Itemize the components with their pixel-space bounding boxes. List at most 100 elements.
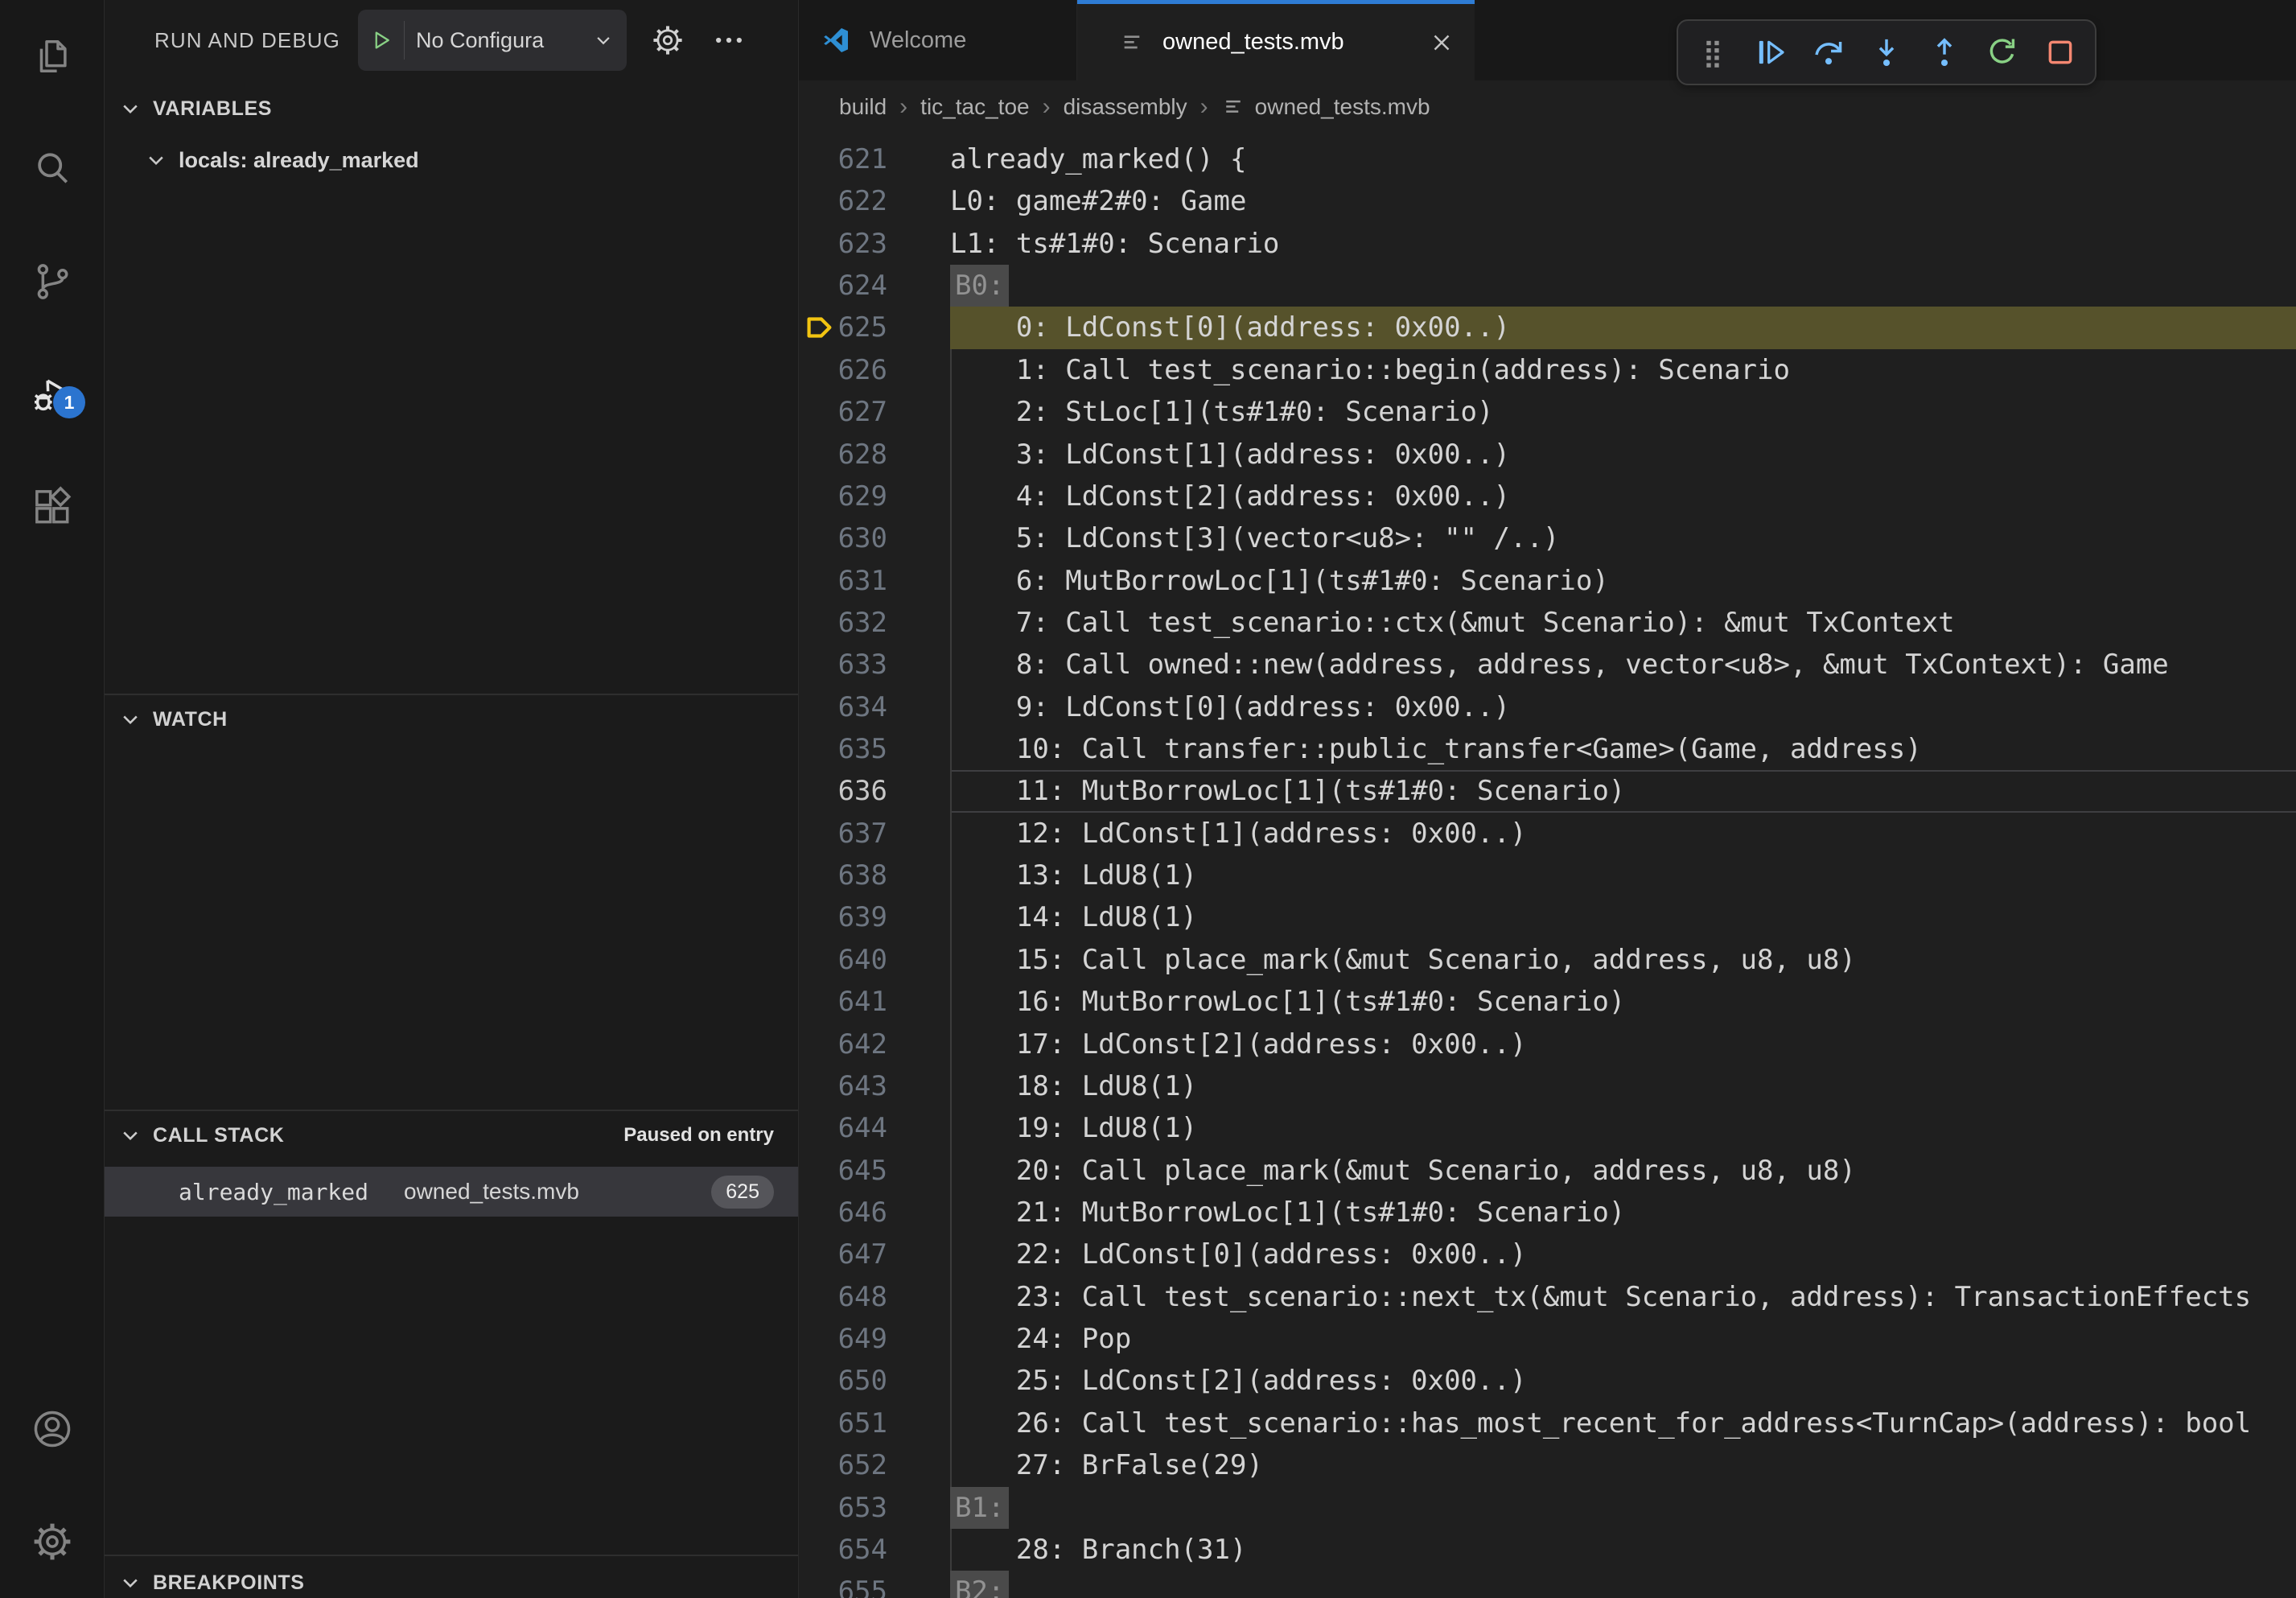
breakpoint-gutter[interactable]	[799, 896, 837, 938]
line-number[interactable]: 647	[837, 1234, 887, 1275]
code-text[interactable]: 22: LdConst[0](address: 0x00..)	[950, 1234, 2296, 1275]
line-number[interactable]: 654	[837, 1529, 887, 1571]
code-text[interactable]: L1: ts#1#0: Scenario	[950, 223, 2296, 265]
line-number[interactable]: 653	[837, 1487, 887, 1529]
line-number[interactable]: 629	[837, 476, 887, 517]
code-text[interactable]: B0:	[950, 265, 2296, 307]
line-number[interactable]: 637	[837, 813, 887, 855]
sidebar-item-explorer[interactable]	[0, 0, 104, 113]
breakpoint-gutter[interactable]	[799, 1402, 837, 1444]
breakpoint-gutter[interactable]	[799, 1150, 837, 1192]
code-text[interactable]: 20: Call place_mark(&mut Scenario, addre…	[950, 1150, 2296, 1192]
breakpoint-gutter[interactable]	[799, 728, 837, 770]
step-over-button[interactable]	[1805, 29, 1852, 76]
breakpoint-gutter[interactable]	[799, 1529, 837, 1571]
step-out-button[interactable]	[1921, 29, 1968, 76]
sidebar-item-search[interactable]	[0, 113, 104, 225]
step-into-button[interactable]	[1863, 29, 1910, 76]
variables-scope-locals[interactable]: locals: already_marked	[105, 135, 798, 185]
breakpoint-gutter[interactable]	[799, 855, 837, 896]
line-number[interactable]: 635	[837, 728, 887, 770]
more-actions-button[interactable]	[709, 20, 749, 60]
debug-configuration-dropdown[interactable]: No Configura	[358, 10, 627, 71]
code-text[interactable]: L0: game#2#0: Game	[950, 180, 2296, 222]
line-number[interactable]: 655	[837, 1571, 887, 1598]
sidebar-item-extensions[interactable]	[0, 451, 104, 563]
line-number[interactable]: 646	[837, 1192, 887, 1234]
code-text[interactable]: 18: LdU8(1)	[950, 1065, 2296, 1107]
line-number[interactable]: 636	[837, 770, 887, 812]
breakpoint-gutter[interactable]	[799, 1065, 837, 1107]
breakpoint-gutter[interactable]	[799, 602, 837, 644]
code-text[interactable]: 13: LdU8(1)	[950, 855, 2296, 896]
close-tab-button[interactable]	[1428, 29, 1455, 56]
code-text[interactable]: 19: LdU8(1)	[950, 1107, 2296, 1149]
breadcrumb-item[interactable]: disassembly	[1064, 94, 1187, 120]
line-number[interactable]: 642	[837, 1023, 887, 1065]
line-number[interactable]: 628	[837, 434, 887, 476]
breadcrumb-item[interactable]: build	[839, 94, 887, 120]
breakpoint-gutter[interactable]	[799, 476, 837, 517]
line-number[interactable]: 651	[837, 1402, 887, 1444]
sidebar-item-run-and-debug[interactable]: 1	[0, 338, 104, 451]
line-number[interactable]: 649	[837, 1318, 887, 1360]
code-text[interactable]: B2:	[950, 1571, 2296, 1598]
line-number[interactable]: 626	[837, 349, 887, 391]
code-text[interactable]: 1: Call test_scenario::begin(address): S…	[950, 349, 2296, 391]
code-text[interactable]: 0: LdConst[0](address: 0x00..)	[950, 307, 2296, 348]
code-text[interactable]: 8: Call owned::new(address, address, vec…	[950, 644, 2296, 686]
debug-gear-button[interactable]	[648, 20, 688, 60]
breadcrumb-item[interactable]: tic_tac_toe	[920, 94, 1029, 120]
line-number[interactable]: 644	[837, 1107, 887, 1149]
breakpoint-gutter[interactable]	[799, 1023, 837, 1065]
line-number[interactable]: 639	[837, 896, 887, 938]
breakpoint-gutter[interactable]	[799, 1107, 837, 1149]
code-text[interactable]: 26: Call test_scenario::has_most_recent_…	[950, 1402, 2296, 1444]
breakpoints-section-header[interactable]: BREAKPOINTS	[105, 1555, 798, 1598]
call-stack-section-header[interactable]: CALL STACK Paused on entry	[105, 1110, 798, 1155]
breakpoint-gutter[interactable]	[799, 813, 837, 855]
line-number[interactable]: 638	[837, 855, 887, 896]
code-text[interactable]: 16: MutBorrowLoc[1](ts#1#0: Scenario)	[950, 981, 2296, 1023]
line-number[interactable]: 640	[837, 939, 887, 981]
line-number[interactable]: 632	[837, 602, 887, 644]
line-number[interactable]: 624	[837, 265, 887, 307]
line-number[interactable]: 623	[837, 223, 887, 265]
breakpoint-gutter[interactable]	[799, 138, 837, 180]
breakpoint-gutter[interactable]	[799, 770, 837, 812]
breakpoint-gutter[interactable]	[799, 517, 837, 559]
breakpoint-gutter[interactable]	[799, 939, 837, 981]
call-stack-frame[interactable]: already_marked owned_tests.mvb 625	[105, 1167, 798, 1217]
code-text[interactable]: B1:	[950, 1487, 2296, 1529]
breakpoint-gutter[interactable]	[799, 644, 837, 686]
breakpoint-gutter[interactable]	[799, 1360, 837, 1402]
code-text[interactable]: 23: Call test_scenario::next_tx(&mut Sce…	[950, 1276, 2296, 1318]
breakpoint-gutter[interactable]	[799, 1487, 837, 1529]
breakpoint-gutter[interactable]	[799, 1318, 837, 1360]
stop-button[interactable]	[2037, 29, 2084, 76]
code-text[interactable]: already_marked() {	[950, 138, 2296, 180]
code-text[interactable]: 28: Branch(31)	[950, 1529, 2296, 1571]
breakpoint-gutter[interactable]	[799, 265, 837, 307]
variables-section-header[interactable]: VARIABLES	[105, 84, 798, 134]
line-number[interactable]: 652	[837, 1444, 887, 1486]
line-number[interactable]: 631	[837, 560, 887, 602]
sidebar-item-source-control[interactable]	[0, 225, 104, 338]
breadcrumb-item[interactable]: owned_tests.mvb	[1255, 94, 1430, 120]
code-text[interactable]: 2: StLoc[1](ts#1#0: Scenario)	[950, 391, 2296, 433]
code-text[interactable]: 4: LdConst[2](address: 0x00..)	[950, 476, 2296, 517]
breakpoint-gutter[interactable]	[799, 560, 837, 602]
code-text[interactable]: 9: LdConst[0](address: 0x00..)	[950, 686, 2296, 728]
tab-owned-tests[interactable]: owned_tests.mvb	[1077, 0, 1475, 80]
breakpoint-gutter[interactable]	[799, 981, 837, 1023]
line-number[interactable]: 621	[837, 138, 887, 180]
toolbar-drag-handle[interactable]	[1689, 29, 1736, 76]
breakpoint-gutter[interactable]	[799, 434, 837, 476]
code-text[interactable]: 14: LdU8(1)	[950, 896, 2296, 938]
breakpoint-gutter[interactable]	[799, 1234, 837, 1275]
tab-welcome[interactable]: Welcome	[799, 0, 1077, 80]
breakpoint-gutter[interactable]	[799, 1192, 837, 1234]
continue-button[interactable]	[1747, 29, 1794, 76]
restart-button[interactable]	[1979, 29, 2026, 76]
code-text[interactable]: 10: Call transfer::public_transfer<Game>…	[950, 728, 2296, 770]
